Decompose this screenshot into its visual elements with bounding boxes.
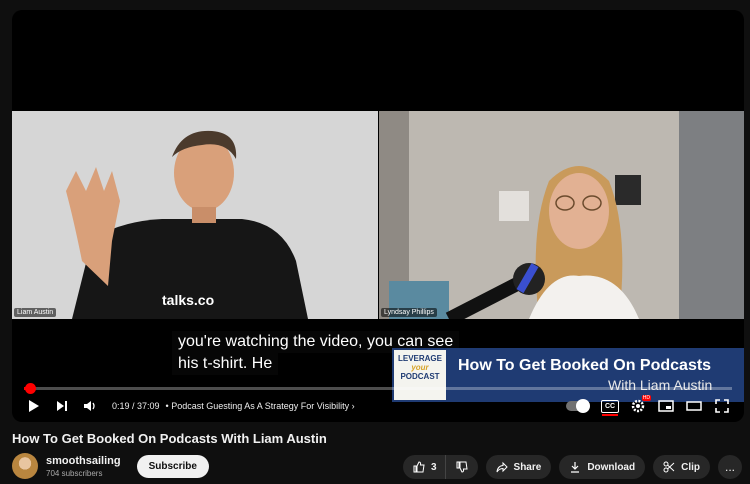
- logo-word-1: LEVERAGE: [397, 354, 442, 363]
- clip-icon: [663, 461, 675, 473]
- play-icon[interactable]: [20, 394, 48, 418]
- video-pane-left: talks.co Liam Austin: [12, 111, 378, 319]
- more-icon[interactable]: ...: [718, 455, 742, 479]
- share-label: Share: [513, 461, 542, 473]
- share-icon: [496, 461, 508, 473]
- share-button[interactable]: Share: [485, 455, 552, 479]
- theater-icon[interactable]: [680, 394, 708, 418]
- next-icon[interactable]: [48, 394, 76, 418]
- clip-button[interactable]: Clip: [653, 455, 710, 479]
- autoplay-toggle[interactable]: [566, 399, 590, 413]
- clip-label: Clip: [681, 461, 700, 473]
- time-display: 0:19 / 37:09: [112, 401, 160, 411]
- progress-bar[interactable]: [24, 383, 732, 394]
- video-pane-right: Lyndsay Phillips: [379, 111, 744, 326]
- cc-text: CC: [604, 402, 616, 410]
- like-count: 3: [430, 461, 437, 473]
- cc-active-indicator: [602, 413, 618, 416]
- dislike-button[interactable]: [444, 455, 478, 479]
- caption-line-2: his t-shirt. He: [172, 353, 279, 375]
- logo-word-3: PODCAST: [400, 372, 440, 381]
- dislike-icon: [456, 461, 468, 473]
- channel-name[interactable]: smoothsailing: [46, 455, 121, 467]
- download-label: Download: [587, 461, 636, 473]
- logo-word-2: your: [411, 363, 429, 372]
- miniplayer-icon[interactable]: [652, 394, 680, 418]
- guest-left-figure: talks.co: [12, 111, 378, 319]
- channel-owner: smoothsailing 704 subscribers Subscribe: [12, 453, 209, 479]
- guest-right-figure: [379, 111, 744, 326]
- video-player[interactable]: talks.co Liam Austin Lyndsay Phillips yo…: [12, 10, 744, 422]
- subscriber-count: 704 subscribers: [46, 468, 103, 478]
- cc-icon: CC: [601, 399, 619, 416]
- shirt-logo: talks.co: [162, 292, 214, 308]
- chapter-title[interactable]: • Podcast Guesting As A Strategy For Vis…: [166, 401, 355, 411]
- download-icon: [571, 462, 580, 473]
- podcast-logo: LEVERAGE your PODCAST: [394, 350, 446, 400]
- video-actions: 3 Share Download Clip ...: [402, 455, 742, 479]
- player-controls: 0:19 / 37:09 • Podcast Guesting As A Str…: [12, 394, 744, 418]
- banner-title: How To Get Booked On Podcasts: [458, 357, 712, 374]
- more-label: ...: [724, 460, 735, 474]
- channel-avatar[interactable]: [12, 453, 38, 479]
- video-title: How To Get Booked On Podcasts With Liam …: [12, 431, 327, 446]
- like-icon: [413, 461, 425, 473]
- video-frame[interactable]: talks.co Liam Austin Lyndsay Phillips: [12, 111, 744, 326]
- like-button[interactable]: 3: [402, 455, 445, 479]
- hd-badge: HD: [641, 395, 651, 401]
- chevron-right-icon[interactable]: ›: [352, 401, 355, 411]
- chapter-label[interactable]: Podcast Guesting As A Strategy For Visib…: [171, 401, 349, 411]
- cc-button[interactable]: CC: [596, 394, 624, 418]
- volume-icon[interactable]: [76, 394, 104, 418]
- banner-subtitle: With Liam Austin: [608, 377, 713, 393]
- subscribe-button[interactable]: Subscribe: [136, 454, 209, 478]
- fullscreen-icon[interactable]: [708, 394, 736, 418]
- participant-name-right: Lyndsay Phillips: [381, 308, 437, 317]
- settings-icon[interactable]: HD: [624, 394, 652, 418]
- participant-name-left: Liam Austin: [14, 308, 57, 317]
- download-button[interactable]: Download: [559, 455, 646, 479]
- like-dislike-group: 3: [402, 455, 478, 479]
- progress-scrubber[interactable]: [25, 383, 36, 394]
